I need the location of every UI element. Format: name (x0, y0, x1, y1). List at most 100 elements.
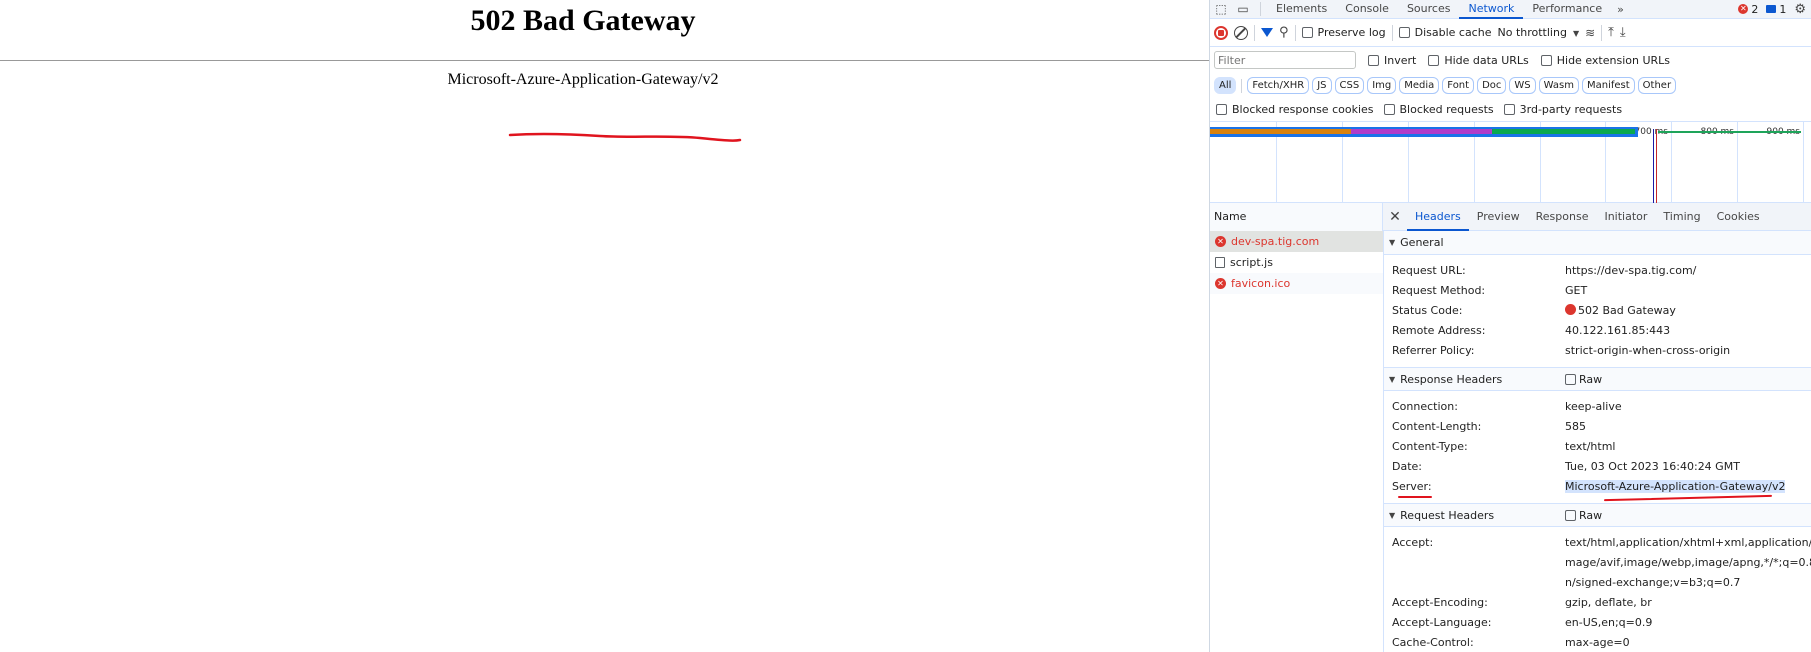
browser-page: 502 Bad Gateway Microsoft-Azure-Applicat… (0, 0, 1209, 652)
request-headers-section-header[interactable]: ▼ Request Headers Raw (1384, 503, 1811, 527)
request-name: script.js (1230, 256, 1273, 269)
search-icon[interactable]: ⚲ (1279, 25, 1289, 40)
resource-type-filters: All Fetch/XHR JS CSS Img Media Font Doc … (1210, 73, 1811, 98)
request-list: ✕ dev-spa.tig.com script.js ✕ favicon.ic… (1210, 231, 1384, 652)
name-column-header[interactable]: Name (1210, 202, 1383, 231)
header-value: 40.122.161.85:443 (1565, 324, 1671, 337)
more-tabs-icon[interactable]: » (1611, 3, 1630, 16)
checkbox-box[interactable] (1301, 27, 1313, 38)
network-conditions-icon[interactable]: ≋ (1585, 26, 1595, 40)
filter-row: Invert Hide data URLs Hide extension URL… (1210, 47, 1811, 73)
tab-response[interactable]: Response (1528, 203, 1597, 231)
type-filter-img[interactable]: Img (1367, 77, 1397, 94)
raw-checkbox[interactable]: Raw (1565, 509, 1602, 522)
checkbox-box[interactable] (1383, 104, 1395, 115)
checkbox-box[interactable] (1428, 54, 1440, 66)
tab-initiator[interactable]: Initiator (1596, 203, 1655, 231)
type-filter-other[interactable]: Other (1637, 77, 1677, 94)
checkbox-box[interactable] (1216, 104, 1227, 115)
type-filter-fetch-xhr[interactable]: Fetch/XHR (1247, 77, 1310, 94)
type-filter-css[interactable]: CSS (1334, 77, 1365, 94)
type-filter-manifest[interactable]: Manifest (1581, 77, 1635, 94)
header-value: https://dev-spa.tig.com/ (1565, 264, 1697, 277)
section-title: Response Headers (1400, 372, 1503, 386)
red-underline-annotation (508, 132, 742, 142)
hide-data-urls-checkbox[interactable]: Hide data URLs (1428, 54, 1529, 67)
tab-elements[interactable]: Elements (1267, 0, 1336, 19)
header-row: Server: Microsoft-Azure-Application-Gate… (1384, 477, 1811, 502)
tab-headers[interactable]: Headers (1407, 203, 1469, 231)
blocked-requests-checkbox[interactable]: Blocked requests (1383, 103, 1494, 116)
general-section-header[interactable]: ▼ General (1384, 231, 1811, 255)
device-toolbar-icon[interactable]: ▭ (1232, 2, 1254, 16)
gear-icon[interactable]: ⚙ (1794, 2, 1806, 17)
export-har-icon[interactable]: ⤓ (1620, 25, 1626, 40)
response-headers-section: Connection: keep-alive Content-Length: 585… (1384, 391, 1811, 503)
clear-button[interactable] (1234, 25, 1248, 40)
type-filter-doc[interactable]: Doc (1477, 77, 1507, 94)
tab-performance[interactable]: Performance (1523, 0, 1611, 19)
type-filter-all[interactable]: All (1214, 77, 1237, 94)
filter-icon[interactable] (1261, 28, 1273, 37)
stop-recording-button[interactable] (1214, 25, 1228, 40)
request-headers-section: Accept: text/html,application/xhtml+xml,a… (1384, 527, 1811, 652)
header-value: en-US,en;q=0.9 (1565, 616, 1653, 629)
raw-checkbox[interactable]: Raw (1565, 373, 1602, 386)
divider (1260, 2, 1261, 16)
tab-network[interactable]: Network (1459, 0, 1524, 19)
type-filter-media[interactable]: Media (1399, 77, 1440, 94)
error-count-badge[interactable]: ✕ 2 (1738, 3, 1758, 16)
checkbox-box[interactable] (1565, 373, 1576, 385)
request-row[interactable]: ✕ dev-spa.tig.com (1210, 231, 1383, 252)
inspect-element-icon[interactable]: ⬚ (1210, 2, 1232, 16)
checkbox-box[interactable] (1503, 104, 1515, 115)
header-value-selected[interactable]: Microsoft-Azure-Application-Gateway/v2 (1565, 480, 1786, 493)
tab-sources[interactable]: Sources (1398, 0, 1460, 19)
message-icon (1766, 5, 1777, 13)
import-har-icon[interactable]: ⤒ (1608, 25, 1614, 40)
load-event-marker (1656, 129, 1657, 203)
header-row: Accept-Encoding: gzip, deflate, br (1384, 593, 1811, 613)
type-filter-font[interactable]: Font (1442, 77, 1475, 94)
invert-checkbox[interactable]: Invert (1368, 54, 1416, 67)
response-headers-section-header[interactable]: ▼ Response Headers Raw (1384, 367, 1811, 391)
blocked-requests-label: Blocked requests (1399, 103, 1494, 116)
type-filter-js[interactable]: JS (1312, 77, 1332, 94)
type-filter-ws[interactable]: WS (1509, 77, 1536, 94)
tab-console[interactable]: Console (1336, 0, 1398, 19)
request-row[interactable]: ✕ favicon.ico (1210, 273, 1383, 294)
checkbox-box[interactable] (1540, 54, 1552, 66)
header-key: Connection: (1392, 400, 1458, 413)
tab-preview[interactable]: Preview (1469, 203, 1528, 231)
checkbox-box[interactable] (1368, 54, 1379, 66)
checkbox-box[interactable] (1565, 509, 1576, 521)
checkbox-box[interactable] (1398, 27, 1410, 38)
blocked-response-cookies-checkbox[interactable]: Blocked response cookies (1216, 103, 1374, 116)
blocked-response-cookies-label: Blocked response cookies (1232, 103, 1374, 116)
request-row[interactable]: script.js (1210, 252, 1383, 273)
message-count-badge[interactable]: 1 (1766, 3, 1786, 16)
header-row: n/signed-exchange;v=b3;q=0.7 (1384, 573, 1811, 593)
type-filter-wasm[interactable]: Wasm (1538, 77, 1579, 94)
headers-details: ▼ General Request URL: https://dev-spa.ti… (1384, 231, 1811, 652)
dom-content-loaded-marker (1653, 129, 1654, 203)
section-title: General (1400, 236, 1444, 249)
tab-cookies[interactable]: Cookies (1709, 203, 1768, 231)
preserve-log-checkbox[interactable]: Preserve log (1301, 26, 1386, 39)
divider (1601, 24, 1603, 41)
throttling-select[interactable]: No throttling ▼ (1497, 26, 1579, 39)
triangle-down-icon: ▼ (1389, 510, 1396, 520)
tab-timing[interactable]: Timing (1655, 203, 1708, 231)
disable-cache-checkbox[interactable]: Disable cache (1398, 26, 1491, 39)
divider (1294, 24, 1296, 41)
close-icon[interactable]: ✕ (1383, 209, 1407, 225)
error-icon: ✕ (1738, 4, 1749, 14)
third-party-requests-checkbox[interactable]: 3rd-party requests (1503, 103, 1622, 116)
section-title: Request Headers (1400, 508, 1495, 522)
request-name: dev-spa.tig.com (1231, 235, 1320, 248)
hide-extension-urls-label: Hide extension URLs (1556, 53, 1670, 67)
status-code-value: 502 Bad Gateway (1565, 304, 1676, 317)
filter-input[interactable] (1214, 51, 1356, 69)
network-overview-timeline[interactable]: 100 ms200 ms300 ms400 ms500 ms600 ms700 … (1210, 122, 1811, 203)
hide-extension-urls-checkbox[interactable]: Hide extension URLs (1540, 53, 1670, 67)
